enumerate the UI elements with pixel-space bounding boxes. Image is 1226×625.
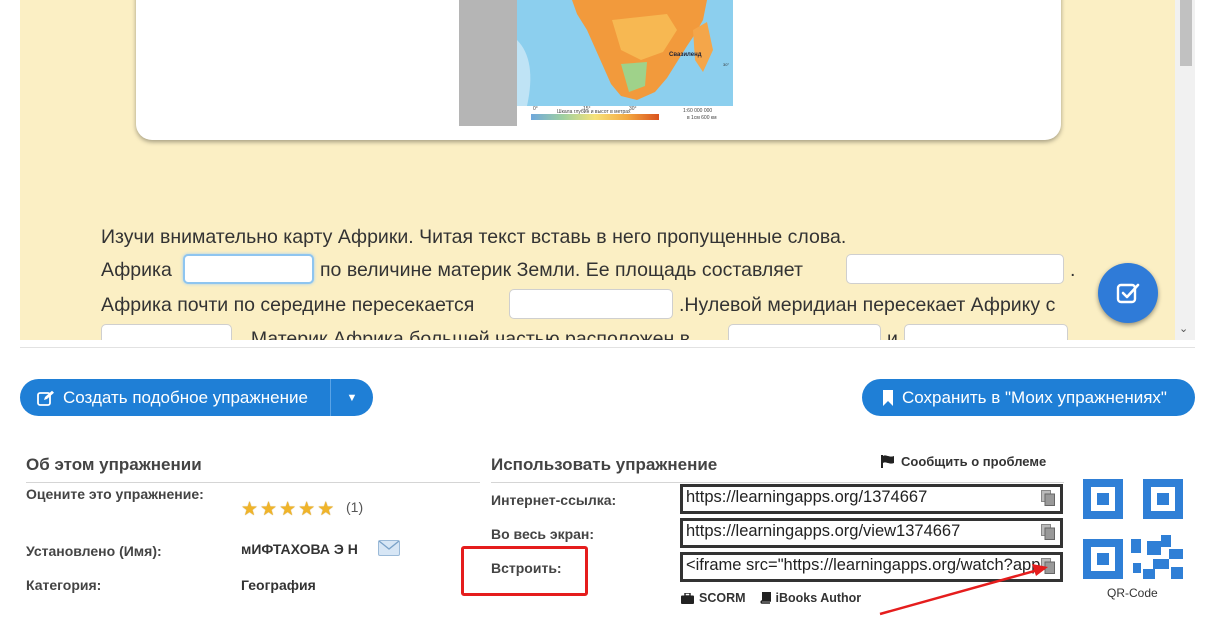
map-lat-label: 30° bbox=[723, 62, 729, 67]
star-icon[interactable]: ★ bbox=[260, 498, 277, 521]
edit-icon bbox=[37, 390, 54, 406]
fullscreen-label: Во весь экран: bbox=[491, 526, 595, 542]
map-card: Свазиленд 30° 0° 15° 30° Шкала глубин и … bbox=[136, 0, 1061, 140]
rate-label: Оцените это упражнение: bbox=[26, 486, 204, 502]
embed-highlight-box bbox=[461, 546, 588, 596]
star-icon[interactable]: ★ bbox=[279, 498, 296, 521]
africa-map-image: Свазиленд 30° bbox=[517, 0, 733, 106]
fullscreen-field[interactable]: https://learningapps.org/view1374667 bbox=[680, 518, 1063, 548]
answer-gap-3[interactable] bbox=[509, 289, 673, 319]
copy-icon[interactable] bbox=[1041, 524, 1055, 540]
map-gutter bbox=[459, 0, 517, 126]
export-links: SCORM iBooks Author bbox=[681, 591, 861, 605]
divider bbox=[26, 482, 480, 483]
exercise-text: по величине материк Земли. Ее площадь со… bbox=[320, 259, 803, 281]
caret-down-icon: ▼ bbox=[346, 391, 358, 404]
report-problem-link[interactable]: Сообщить о проблеме bbox=[881, 454, 1046, 469]
link-label: Интернет-ссылка: bbox=[491, 492, 617, 508]
qr-code[interactable] bbox=[1083, 479, 1183, 579]
map-country-label: Свазиленд bbox=[669, 52, 702, 58]
legend-tick: 0° bbox=[533, 106, 538, 112]
qr-label: QR-Code bbox=[1107, 586, 1158, 600]
legend-color-bar bbox=[531, 114, 659, 120]
create-dropdown-toggle[interactable]: ▼ bbox=[331, 392, 373, 404]
envelope-drawing bbox=[378, 540, 400, 550]
copy-icon[interactable] bbox=[1041, 490, 1055, 506]
exercise-text: Африка почти по середине пересекается bbox=[101, 294, 475, 316]
map-legend: 0° 15° 30° Шкала глубин и высот в метрах… bbox=[517, 106, 733, 126]
star-icon[interactable]: ★ bbox=[317, 498, 334, 521]
bookmark-icon bbox=[883, 389, 893, 406]
exercise-text: Африка bbox=[101, 259, 172, 281]
scroll-down-icon[interactable]: ⌄ bbox=[1179, 322, 1188, 335]
answer-gap-1[interactable] bbox=[183, 254, 314, 284]
ibooks-label: iBooks Author bbox=[775, 591, 862, 605]
briefcase-icon bbox=[681, 592, 694, 604]
check-edit-icon bbox=[1116, 283, 1140, 304]
exercise-text: и bbox=[887, 328, 898, 340]
mail-icon[interactable] bbox=[378, 540, 400, 556]
author-label: Установлено (Имя): bbox=[26, 543, 162, 559]
save-label: Сохранить в "Моих упражнениях" bbox=[902, 387, 1167, 407]
link-field[interactable]: https://learningapps.org/1374667 bbox=[680, 484, 1063, 514]
category-label: Категория: bbox=[26, 577, 102, 593]
divider bbox=[20, 347, 1195, 348]
rating-stars[interactable]: ★ ★ ★ ★ ★ bbox=[241, 498, 334, 521]
scorm-label: SCORM bbox=[699, 591, 746, 605]
category-value: География bbox=[241, 577, 316, 593]
report-label: Сообщить о проблеме bbox=[901, 454, 1047, 469]
create-similar-button-group: Создать подобное упражнение ▼ bbox=[20, 379, 373, 416]
answer-gap-6[interactable] bbox=[904, 324, 1068, 340]
exercise-text: .Нулевой меридиан пересекает Африку с bbox=[679, 294, 1056, 316]
star-icon[interactable]: ★ bbox=[241, 498, 258, 521]
answer-gap-2[interactable] bbox=[846, 254, 1064, 284]
legend-scale: 1:60 000 000 bbox=[683, 108, 713, 114]
about-title: Об этом упражнении bbox=[26, 455, 202, 474]
use-title: Использовать упражнение bbox=[491, 455, 718, 474]
check-answers-button[interactable] bbox=[1098, 263, 1158, 323]
create-similar-button[interactable]: Создать подобное упражнение bbox=[20, 379, 330, 416]
exercise-intro: Изучи внимательно карту Африки. Читая те… bbox=[101, 226, 847, 248]
exercise-text: . Материк Африка большей частью располож… bbox=[240, 328, 691, 340]
africa-map-drawing: Свазиленд 30° bbox=[517, 0, 733, 106]
answer-gap-5[interactable] bbox=[728, 324, 881, 340]
book-icon bbox=[759, 592, 771, 604]
frame-scrollbar[interactable]: ⌄ bbox=[1175, 0, 1195, 340]
fullscreen-value: https://learningapps.org/view1374667 bbox=[686, 522, 961, 540]
link-value: https://learningapps.org/1374667 bbox=[686, 488, 928, 506]
scorm-link[interactable]: SCORM bbox=[681, 591, 746, 605]
answer-gap-4[interactable] bbox=[101, 324, 232, 340]
flag-icon bbox=[881, 455, 894, 468]
ibooks-link[interactable]: iBooks Author bbox=[759, 591, 862, 605]
author-value: мИФТАХОВА Э Н bbox=[241, 541, 358, 557]
exercise-frame: Свазиленд 30° 0° 15° 30° Шкала глубин и … bbox=[20, 0, 1195, 340]
save-to-my-exercises-button[interactable]: Сохранить в "Моих упражнениях" bbox=[862, 379, 1195, 416]
scrollbar-thumb[interactable] bbox=[1180, 0, 1192, 66]
exercise-text: . bbox=[1070, 259, 1076, 281]
divider bbox=[491, 482, 1064, 483]
annotation-arrow bbox=[879, 564, 1048, 616]
rating-count: (1) bbox=[346, 499, 364, 515]
legend-scale-sub: в 1см 600 км bbox=[687, 115, 717, 121]
create-similar-label: Создать подобное упражнение bbox=[63, 387, 308, 407]
star-icon[interactable]: ★ bbox=[298, 498, 315, 521]
